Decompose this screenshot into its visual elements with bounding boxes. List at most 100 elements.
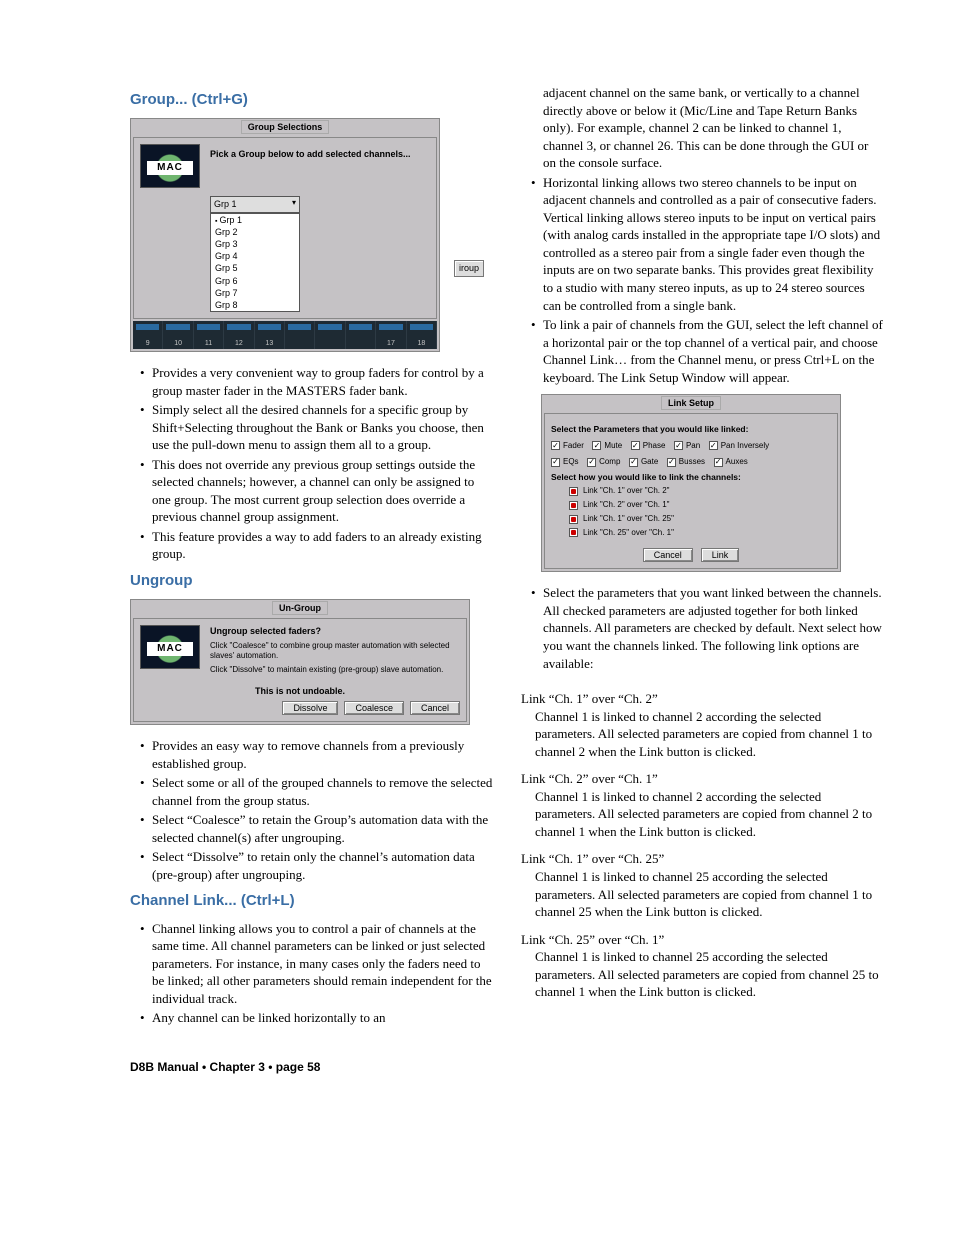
cancel-button[interactable]: Cancel xyxy=(643,548,693,562)
ch-num: 17 xyxy=(376,339,405,348)
checkbox-gate[interactable]: ✓Gate xyxy=(629,457,658,468)
radio-label: Link "Ch. 1" over "Ch. 2" xyxy=(583,486,670,497)
ungroup-msg: Click "Dissolve" to maintain existing (p… xyxy=(210,665,460,676)
list-item: Select some or all of the grouped channe… xyxy=(140,774,493,809)
checkbox-eqs[interactable]: ✓EQs xyxy=(551,457,579,468)
radio-link-25-over-1[interactable]: Link "Ch. 25" over "Ch. 1" xyxy=(569,528,831,539)
checkbox-pan[interactable]: ✓Pan xyxy=(674,441,700,452)
radio-icon xyxy=(569,528,578,537)
list-item: Provides a very convenient way to group … xyxy=(140,364,493,399)
ch-num: 11 xyxy=(194,339,223,348)
list-item: This does not override any previous grou… xyxy=(140,456,493,526)
heading-group: Group... (Ctrl+G) xyxy=(130,90,493,110)
group-side-button[interactable]: iroup xyxy=(454,260,484,276)
list-item: Horizontal linking allows two stereo cha… xyxy=(531,174,884,314)
ungroup-question: Ungroup selected faders? xyxy=(210,625,460,637)
link-bullet-list: Channel linking allows you to control a … xyxy=(130,920,493,1027)
radio-icon xyxy=(569,515,578,524)
list-item: Provides an easy way to remove channels … xyxy=(140,737,493,772)
cb-label: Fader xyxy=(563,441,584,452)
list-item: Select “Dissolve” to retain only the cha… xyxy=(140,848,493,883)
cb-label: Gate xyxy=(641,457,658,468)
radio-link-1-over-25[interactable]: Link "Ch. 1" over "Ch. 25" xyxy=(569,514,831,525)
cancel-button[interactable]: Cancel xyxy=(410,701,460,715)
group-drop-list[interactable]: Grp 1 Grp 2 Grp 3 Grp 4 Grp 5 Grp 6 Grp … xyxy=(210,213,300,312)
group-option[interactable]: Grp 6 xyxy=(211,275,299,287)
checkbox-pan-inversely[interactable]: ✓Pan Inversely xyxy=(709,441,769,452)
checkbox-fader[interactable]: ✓Fader xyxy=(551,441,584,452)
checkbox-busses[interactable]: ✓Busses xyxy=(667,457,705,468)
link-def-head: Link “Ch. 2” over “Ch. 1” xyxy=(521,770,884,788)
ch-num: 13 xyxy=(255,339,284,348)
list-item: Select the parameters that you want link… xyxy=(531,584,884,672)
link-def-body: Channel 1 is linked to channel 2 accordi… xyxy=(521,788,884,841)
group-option[interactable]: Grp 1 xyxy=(211,214,299,226)
checkbox-auxes[interactable]: ✓Auxes xyxy=(714,457,748,468)
group-option[interactable]: Grp 7 xyxy=(211,287,299,299)
ungroup-msg: Click "Coalesce" to combine group master… xyxy=(210,641,460,663)
checkbox-phase[interactable]: ✓Phase xyxy=(631,441,666,452)
radio-link-2-over-1[interactable]: Link "Ch. 2" over "Ch. 1" xyxy=(569,500,831,511)
link-button[interactable]: Link xyxy=(701,548,740,562)
radio-icon xyxy=(569,501,578,510)
ch-num: 10 xyxy=(163,339,192,348)
link-bullets-2: Select the parameters that you want link… xyxy=(521,584,884,672)
checkbox-mute[interactable]: ✓Mute xyxy=(592,441,622,452)
radio-label: Link "Ch. 2" over "Ch. 1" xyxy=(583,500,670,511)
ch-num: 9 xyxy=(133,339,162,348)
link-bullets-1: Horizontal linking allows two stereo cha… xyxy=(521,174,884,387)
cb-label: Mute xyxy=(604,441,622,452)
link-params-title: Select the Parameters that you would lik… xyxy=(551,424,831,435)
cb-label: Pan xyxy=(686,441,700,452)
right-column: adjacent channel on the same bank, or ve… xyxy=(521,84,884,1035)
checkbox-comp[interactable]: ✓Comp xyxy=(587,457,620,468)
cb-label: Phase xyxy=(643,441,666,452)
mixer-channel-strip: 9 10 11 12 13 17 18 xyxy=(133,321,437,349)
mackie-logo-icon xyxy=(140,144,200,188)
group-option[interactable]: Grp 3 xyxy=(211,238,299,250)
link-def-body: Channel 1 is linked to channel 25 accord… xyxy=(521,948,884,1001)
link-def-head: Link “Ch. 1” over “Ch. 25” xyxy=(521,850,884,868)
link-def-head: Link “Ch. 25” over “Ch. 1” xyxy=(521,931,884,949)
group-option[interactable]: Grp 8 xyxy=(211,299,299,311)
list-item: Any channel can be linked horizontally t… xyxy=(140,1009,493,1027)
list-item: Channel linking allows you to control a … xyxy=(140,920,493,1008)
list-item: Simply select all the desired channels f… xyxy=(140,401,493,454)
radio-link-1-over-2[interactable]: Link "Ch. 1" over "Ch. 2" xyxy=(569,486,831,497)
continuation-para: adjacent channel on the same bank, or ve… xyxy=(521,84,884,172)
link-def: Link “Ch. 1” over “Ch. 25” Channel 1 is … xyxy=(521,850,884,920)
cb-label: Pan Inversely xyxy=(721,441,769,452)
list-item: Select “Coalesce” to retain the Group’s … xyxy=(140,811,493,846)
dissolve-button[interactable]: Dissolve xyxy=(282,701,338,715)
list-item: To link a pair of channels from the GUI,… xyxy=(531,316,884,386)
link-def: Link “Ch. 2” over “Ch. 1” Channel 1 is l… xyxy=(521,770,884,840)
figure-ungroup: Un-Group Ungroup selected faders? Click … xyxy=(130,599,493,725)
link-how-title: Select how you would like to link the ch… xyxy=(551,472,831,483)
page-footer: D8B Manual • Chapter 3 • page 58 xyxy=(130,1059,884,1075)
ch-num: 12 xyxy=(224,339,253,348)
link-def-head: Link “Ch. 1” over “Ch. 2” xyxy=(521,690,884,708)
coalesce-button[interactable]: Coalesce xyxy=(344,701,404,715)
group-win-title: Group Selections xyxy=(241,120,330,134)
link-def: Link “Ch. 1” over “Ch. 2” Channel 1 is l… xyxy=(521,690,884,760)
group-option[interactable]: Grp 4 xyxy=(211,250,299,262)
radio-icon xyxy=(569,487,578,496)
group-combo-value: Grp 1 xyxy=(214,198,237,210)
link-win-title: Link Setup xyxy=(661,396,721,410)
group-option[interactable]: Grp 5 xyxy=(211,262,299,274)
link-def-body: Channel 1 is linked to channel 25 accord… xyxy=(521,868,884,921)
mackie-logo-icon xyxy=(140,625,200,669)
group-combo[interactable]: Grp 1 ▾ xyxy=(210,196,300,212)
radio-label: Link "Ch. 25" over "Ch. 1" xyxy=(583,528,674,539)
cb-label: EQs xyxy=(563,457,579,468)
list-item: This feature provides a way to add fader… xyxy=(140,528,493,563)
cb-label: Busses xyxy=(679,457,705,468)
heading-ungroup: Ungroup xyxy=(130,571,493,591)
link-def: Link “Ch. 25” over “Ch. 1” Channel 1 is … xyxy=(521,931,884,1001)
ungroup-bullet-list: Provides an easy way to remove channels … xyxy=(130,737,493,883)
left-column: Group... (Ctrl+G) Group Selections Pick … xyxy=(130,84,493,1035)
group-option[interactable]: Grp 2 xyxy=(211,226,299,238)
radio-label: Link "Ch. 1" over "Ch. 25" xyxy=(583,514,674,525)
cb-label: Auxes xyxy=(726,457,748,468)
ch-num: 18 xyxy=(407,339,436,348)
